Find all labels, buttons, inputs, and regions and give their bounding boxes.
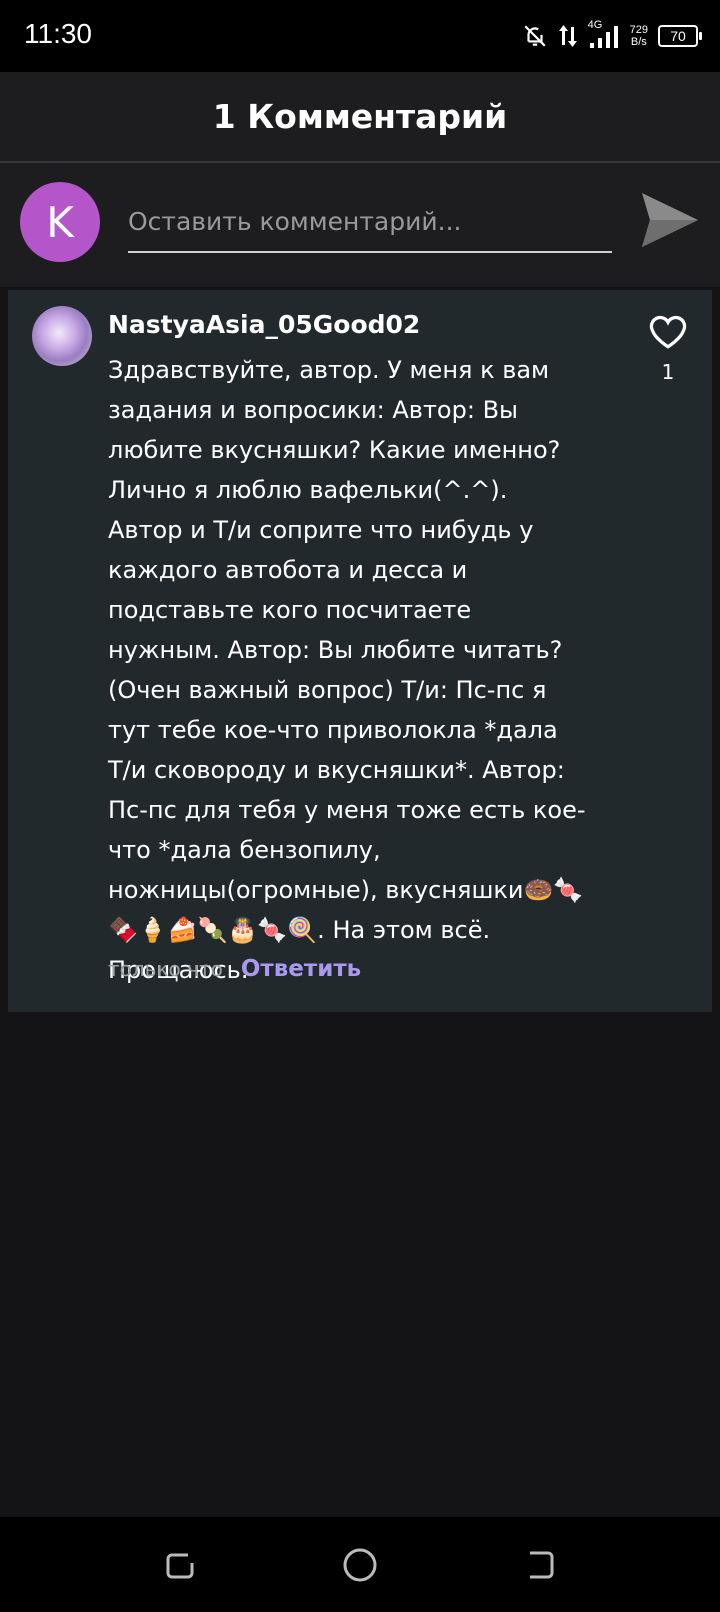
system-nav-bar [0,1517,720,1612]
status-bar: 11:30 4G 729 B/s 70 [0,0,720,72]
network-speed: 729 B/s [630,24,648,48]
user-avatar: K [20,182,100,262]
page-title: 1 Комментарий [212,97,508,136]
recent-apps-icon[interactable] [162,1547,198,1583]
comment-timestamp: только что [108,957,223,981]
clock: 11:30 [24,18,92,49]
speed-value: 729 [629,24,648,36]
back-icon[interactable] [522,1547,558,1583]
comment-item: NastyaAsia_05Good02 Здравствуйте, автор.… [8,290,712,1012]
status-icons: 4G 729 B/s 70 [522,19,702,52]
header: 1 Комментарий [0,72,720,163]
reply-button[interactable]: Ответить [241,956,361,982]
comment-composer: K [0,163,720,287]
commenter-username[interactable]: NastyaAsia_05Good02 [108,310,420,339]
heart-icon[interactable] [648,314,688,350]
comment-input[interactable] [128,191,612,253]
commenter-avatar[interactable] [32,306,92,366]
bell-off-icon [524,25,546,47]
send-icon[interactable] [640,191,700,249]
comment-meta: только что Ответить [108,956,361,982]
home-icon[interactable] [342,1547,378,1583]
data-arrows-icon [558,25,577,47]
speed-unit: B/s [630,36,647,48]
like-count: 1 [661,360,675,384]
comment-text: Здравствуйте, автор. У меня к вам задани… [108,356,586,984]
battery-icon: 70 [658,25,702,47]
signal-icon: 4G [588,19,620,49]
